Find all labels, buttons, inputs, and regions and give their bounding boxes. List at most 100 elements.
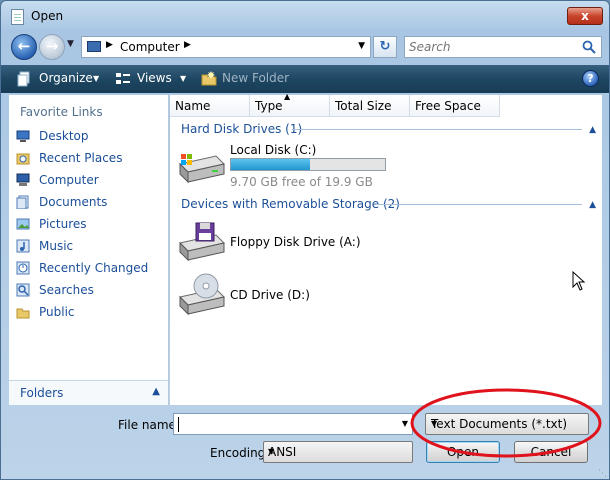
breadcrumb-arrow-icon[interactable]: ▶	[106, 40, 113, 50]
sidebar-item-label: Public	[39, 305, 75, 319]
folders-toggle[interactable]: Folders ▲	[9, 380, 168, 405]
sidebar-item-label: Music	[39, 239, 74, 253]
address-row: ← → ▼ ▶ Computer ▶ ▼ ↻	[1, 33, 609, 61]
column-header-type[interactable]: Type ▲	[250, 92, 330, 117]
file-name-input[interactable]	[177, 416, 391, 432]
new-folder-icon	[201, 71, 217, 86]
collapse-group-icon[interactable]: ▲	[589, 200, 596, 210]
column-header-name[interactable]: Name	[170, 95, 250, 117]
help-button[interactable]: ?	[582, 70, 599, 87]
cd-drive-icon	[179, 273, 225, 315]
group-divider	[376, 204, 582, 205]
column-header-label: Type	[255, 99, 283, 113]
title-bar[interactable]: Open x	[1, 1, 609, 33]
computer-icon	[16, 173, 30, 186]
navigation-pane: Favorite Links Desktop Recent Places Com…	[9, 95, 169, 405]
views-icon	[116, 73, 130, 84]
drive-usage-fill	[231, 159, 310, 170]
views-button[interactable]: Views	[137, 71, 172, 85]
hard-disk-icon	[179, 154, 225, 184]
drive-name: Floppy Disk Drive (A:)	[230, 235, 361, 249]
cancel-button[interactable]: Cancel	[514, 441, 588, 463]
group-divider	[292, 129, 582, 130]
sidebar-item-recently-changed[interactable]: Recently Changed	[16, 260, 164, 278]
chevron-down-icon[interactable]: ▼	[93, 74, 99, 83]
search-input[interactable]	[409, 39, 579, 55]
sidebar-item-label: Desktop	[39, 129, 89, 143]
text-caret	[178, 417, 179, 432]
organize-button[interactable]: Organize	[39, 71, 93, 85]
favorite-links-heading: Favorite Links	[20, 105, 103, 119]
recent-pages-dropdown[interactable]: ▼	[67, 39, 74, 49]
collapse-group-icon[interactable]: ▲	[589, 125, 596, 135]
sidebar-item-label: Computer	[39, 173, 99, 187]
floppy-drive-icon	[179, 222, 225, 261]
command-bar: Organize ▼ Views ▼ New Folder ?	[1, 65, 609, 93]
encoding-select[interactable]: ANSI ▼	[263, 441, 413, 463]
computer-icon	[87, 41, 101, 52]
recent-places-icon	[16, 153, 30, 165]
folders-label: Folders	[20, 386, 64, 400]
group-header-removable[interactable]: Devices with Removable Storage (2)	[181, 197, 400, 211]
documents-icon	[16, 195, 29, 209]
recently-changed-icon	[16, 261, 30, 275]
chevron-down-icon[interactable]: ▼	[358, 41, 365, 51]
close-button[interactable]: x	[567, 7, 603, 25]
sort-arrow-icon: ▲	[284, 92, 291, 101]
sidebar-item-label: Pictures	[39, 217, 87, 231]
resize-grip-icon[interactable]: ⋱	[598, 469, 607, 479]
refresh-button[interactable]: ↻	[373, 36, 397, 58]
sidebar-item-recent-places[interactable]: Recent Places	[16, 150, 164, 168]
sidebar-item-searches[interactable]: Searches	[16, 282, 164, 300]
file-name-combobox[interactable]: ▼	[173, 413, 413, 435]
sidebar-item-label: Recent Places	[39, 151, 123, 165]
back-button[interactable]: ←	[11, 34, 37, 60]
encoding-label: Encoding:	[210, 446, 270, 460]
column-header-free-space[interactable]: Free Space	[410, 95, 500, 117]
chevron-down-icon[interactable]: ▼	[180, 74, 186, 83]
open-button[interactable]: Open	[426, 441, 500, 463]
notepad-icon	[11, 9, 24, 25]
sidebar-item-label: Searches	[39, 283, 94, 297]
sidebar-item-public[interactable]: Public	[16, 304, 164, 322]
sidebar-item-computer[interactable]: Computer	[16, 172, 164, 190]
column-header-total-size[interactable]: Total Size	[330, 95, 410, 117]
music-icon	[16, 239, 30, 253]
mouse-cursor-icon	[572, 271, 586, 291]
file-list: Name Type ▲ Total Size Free Space Hard Di…	[170, 92, 602, 405]
sidebar-item-documents[interactable]: Documents	[16, 194, 164, 212]
desktop-icon	[16, 130, 30, 142]
chevron-up-icon[interactable]: ▲	[152, 386, 160, 397]
new-folder-button[interactable]: New Folder	[222, 71, 289, 85]
chevron-down-icon[interactable]: ▼	[431, 419, 583, 428]
dialog-footer: File name: ▼ Text Documents (*.txt) ▼ En…	[1, 405, 609, 479]
breadcrumb-computer[interactable]: Computer	[120, 40, 180, 54]
column-header-label: Name	[175, 99, 211, 113]
search-icon[interactable]	[582, 40, 596, 54]
address-bar[interactable]: ▶ Computer ▶ ▼	[81, 36, 371, 58]
chevron-down-icon[interactable]: ▼	[402, 419, 408, 428]
sidebar-item-pictures[interactable]: Pictures	[16, 216, 164, 234]
window-title: Open	[31, 9, 64, 23]
group-header-hard-disks[interactable]: Hard Disk Drives (1)	[181, 122, 302, 136]
drive-usage-bar	[230, 158, 386, 171]
sidebar-item-label: Documents	[39, 195, 108, 209]
breadcrumb-arrow-icon[interactable]: ▶	[184, 40, 191, 50]
sidebar-item-desktop[interactable]: Desktop	[16, 128, 164, 146]
forward-button[interactable]: →	[39, 34, 65, 60]
file-name-label: File name:	[118, 418, 180, 432]
column-header-label: Free Space	[415, 99, 481, 113]
open-dialog: Open x ← → ▼ ▶ Computer ▶ ▼ ↻ Organize ▼	[0, 0, 610, 480]
sidebar-item-label: Recently Changed	[39, 261, 149, 275]
file-type-select[interactable]: Text Documents (*.txt) ▼	[425, 413, 589, 435]
drive-name: Local Disk (C:)	[230, 143, 317, 157]
organize-icon	[17, 71, 30, 87]
sidebar-item-music[interactable]: Music	[16, 238, 164, 256]
drive-free-space: 9.70 GB free of 19.9 GB	[230, 175, 373, 189]
search-box[interactable]	[404, 36, 602, 58]
column-header-label: Total Size	[335, 99, 392, 113]
public-icon	[16, 308, 30, 319]
drive-name: CD Drive (D:)	[230, 288, 310, 302]
chevron-down-icon[interactable]: ▼	[268, 447, 407, 456]
pictures-icon	[16, 218, 30, 230]
